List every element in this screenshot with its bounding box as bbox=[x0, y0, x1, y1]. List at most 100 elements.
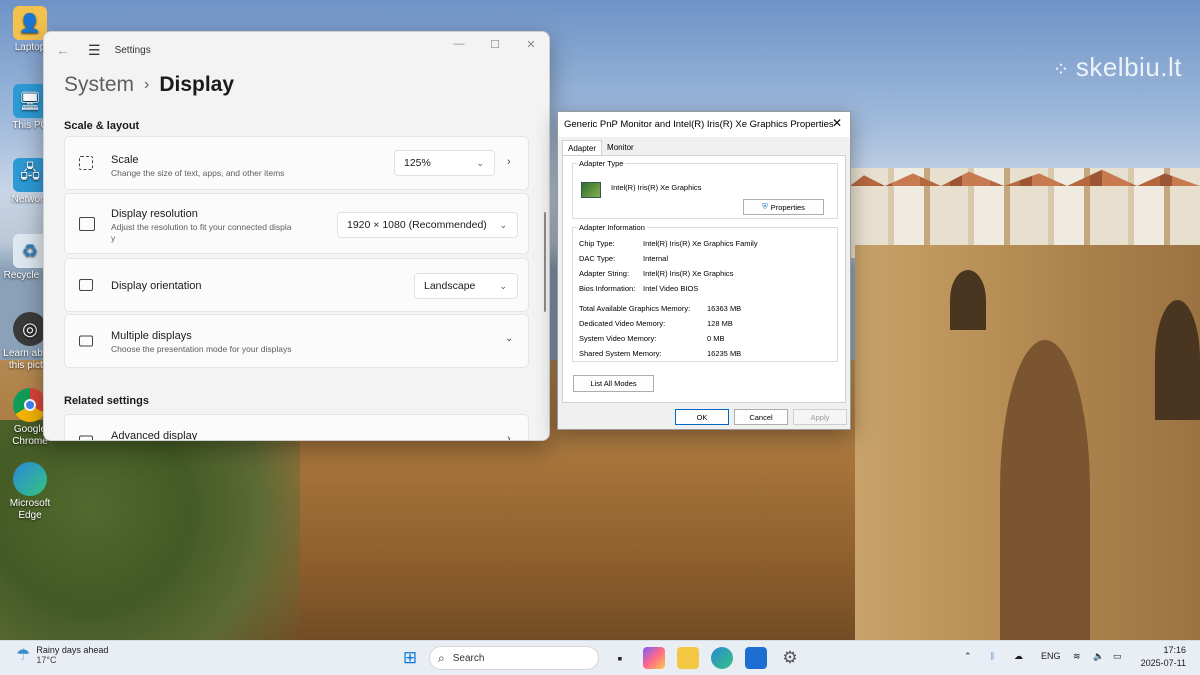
scale-card[interactable]: Scale Change the size of text, apps, and… bbox=[64, 136, 529, 190]
rain-cloud-icon: ☂ bbox=[16, 647, 31, 664]
adapter-properties-dialog: Generic PnP Monitor and Intel(R) Iris(R)… bbox=[557, 111, 851, 430]
multiple-displays-card[interactable]: Multiple displays Choose the presentatio… bbox=[64, 314, 529, 368]
desktop-icon-edge[interactable]: Microsoft Edge bbox=[2, 462, 58, 522]
microsoft-store-icon[interactable] bbox=[745, 647, 767, 669]
language-indicator[interactable]: ENG bbox=[1041, 651, 1061, 661]
camera-info-icon: ◎ bbox=[13, 312, 47, 346]
multiple-displays-title: Multiple displays bbox=[111, 330, 192, 342]
file-explorer-icon[interactable] bbox=[677, 647, 699, 669]
scale-description: Change the size of text, apps, and other… bbox=[111, 168, 285, 178]
back-arrow-icon[interactable]: ← bbox=[56, 42, 72, 58]
close-icon[interactable]: ✕ bbox=[832, 116, 842, 130]
ok-button[interactable]: OK bbox=[675, 409, 729, 425]
task-view-icon[interactable]: ▪ bbox=[609, 647, 631, 669]
hamburger-menu-icon[interactable]: ☰ bbox=[88, 42, 101, 59]
section-title-scale-layout: Scale & layout bbox=[64, 120, 140, 132]
scale-icon bbox=[79, 156, 93, 170]
orientation-dropdown[interactable]: Landscape ⌄ bbox=[414, 273, 518, 299]
settings-window: ← ☰ Settings — ☐ ✕ System › Display Scal… bbox=[43, 31, 550, 441]
memory-value-system: 0 MB bbox=[707, 334, 725, 343]
info-value-dac-type: Internal bbox=[643, 254, 669, 263]
dialog-titlebar: Generic PnP Monitor and Intel(R) Iris(R)… bbox=[558, 112, 850, 137]
copilot-icon[interactable] bbox=[643, 647, 665, 669]
properties-button[interactable]: ⛨ Properties bbox=[743, 199, 824, 215]
info-label-adapter-string: Adapter String: bbox=[579, 269, 630, 278]
maximize-icon[interactable]: ☐ bbox=[477, 32, 513, 56]
orientation-value: Landscape bbox=[424, 280, 476, 292]
memory-label-system: System Video Memory: bbox=[579, 334, 657, 343]
adapter-type-group: Adapter Type Intel(R) Iris(R) Xe Graphic… bbox=[572, 159, 838, 219]
minimize-icon[interactable]: — bbox=[441, 32, 477, 56]
clock-date: 2025-07-11 bbox=[1140, 658, 1186, 668]
scale-value: 125% bbox=[404, 157, 431, 169]
monitor-icon: 🖥 bbox=[13, 84, 47, 118]
clock[interactable]: 17:16 2025-07-11 bbox=[1141, 644, 1186, 670]
folder-user-icon: 👤 bbox=[13, 6, 47, 40]
multiple-displays-icon bbox=[79, 335, 93, 347]
breadcrumb-system[interactable]: System bbox=[64, 73, 134, 97]
recycle-bin-icon: ♻ bbox=[13, 234, 47, 268]
orientation-icon bbox=[79, 279, 93, 291]
info-label-dac-type: DAC Type: bbox=[579, 254, 616, 263]
adapter-tab-page: Adapter Type Intel(R) Iris(R) Xe Graphic… bbox=[562, 155, 846, 403]
advanced-display-icon bbox=[79, 435, 93, 440]
wallpaper-bridge-arch bbox=[1000, 340, 1090, 640]
info-value-bios: Intel Video BIOS bbox=[643, 284, 699, 293]
edge-taskbar-icon[interactable] bbox=[711, 647, 733, 669]
list-all-modes-button[interactable]: List All Modes bbox=[573, 375, 654, 392]
scale-dropdown[interactable]: 125% ⌄ bbox=[394, 150, 495, 176]
tab-monitor[interactable]: Monitor bbox=[602, 140, 639, 156]
cancel-button[interactable]: Cancel bbox=[734, 409, 788, 425]
adapter-name: Intel(R) Iris(R) Xe Graphics bbox=[611, 183, 702, 192]
wallpaper-side-arch bbox=[1155, 300, 1200, 420]
bluetooth-icon[interactable]: ᛒ bbox=[990, 651, 995, 661]
shield-icon: ⛨ bbox=[762, 202, 768, 211]
window-controls: — ☐ ✕ bbox=[441, 32, 549, 56]
network-icon: 🖧 bbox=[13, 158, 47, 192]
memory-value-shared: 16235 MB bbox=[707, 349, 742, 358]
clock-time: 17:16 bbox=[1163, 645, 1186, 655]
taskbar-search[interactable]: ⌕ Search bbox=[429, 646, 599, 670]
chrome-icon bbox=[13, 388, 47, 422]
breadcrumb-separator: › bbox=[144, 76, 150, 93]
info-label-chip-type: Chip Type: bbox=[579, 239, 615, 248]
search-placeholder: Search bbox=[452, 652, 485, 664]
dialog-tabs: Adapter Monitor bbox=[558, 140, 850, 156]
weather-widget[interactable]: ☂ Rainy days ahead 17°C bbox=[16, 645, 108, 665]
chevron-right-icon[interactable]: › bbox=[507, 433, 511, 440]
watermark: ⁘ skelbiu.lt bbox=[1052, 52, 1182, 82]
chevron-down-icon: ⌄ bbox=[499, 280, 507, 291]
info-value-adapter-string: Intel(R) Iris(R) Xe Graphics bbox=[643, 269, 734, 278]
advanced-display-card[interactable]: Advanced display › bbox=[64, 414, 529, 440]
volume-icon[interactable]: 🔈 bbox=[1093, 651, 1104, 662]
settings-titlebar: ← ☰ Settings — ☐ ✕ bbox=[44, 32, 549, 68]
adapter-type-legend: Adapter Type bbox=[579, 159, 624, 168]
apply-button[interactable]: Apply bbox=[793, 409, 847, 425]
wallpaper-window-arch bbox=[950, 270, 986, 330]
chevron-down-icon: ⌄ bbox=[499, 219, 507, 230]
resolution-icon bbox=[79, 216, 95, 231]
info-label-bios: Bios Information: bbox=[579, 284, 636, 293]
resolution-dropdown[interactable]: 1920 × 1080 (Recommended) ⌄ bbox=[337, 212, 518, 238]
properties-button-label: Properties bbox=[770, 202, 805, 212]
memory-value-total: 16363 MB bbox=[707, 304, 742, 313]
display-resolution-card: Display resolution Adjust the resolution… bbox=[64, 193, 529, 254]
onedrive-cloud-icon[interactable]: ☁ bbox=[1014, 651, 1023, 662]
chevron-right-icon[interactable]: › bbox=[507, 156, 511, 168]
chevron-down-icon[interactable]: ⌄ bbox=[505, 333, 513, 344]
close-icon[interactable]: ✕ bbox=[513, 32, 549, 56]
breadcrumb: System › Display bbox=[64, 70, 549, 100]
settings-gear-icon[interactable]: ⚙ bbox=[779, 647, 801, 669]
tab-adapter[interactable]: Adapter bbox=[562, 140, 603, 156]
weather-temperature: 17°C bbox=[36, 655, 57, 665]
scrollbar[interactable] bbox=[544, 212, 546, 312]
battery-icon[interactable]: ▭ bbox=[1113, 651, 1122, 662]
wifi-icon[interactable]: ≋ bbox=[1073, 651, 1081, 662]
memory-label-dedicated: Dedicated Video Memory: bbox=[579, 319, 666, 328]
memory-value-dedicated: 128 MB bbox=[707, 319, 733, 328]
resolution-description-wrap: y bbox=[111, 233, 116, 243]
show-hidden-icons-chevron-icon[interactable]: ⌃ bbox=[964, 651, 972, 662]
wallpaper-vegetation bbox=[0, 420, 300, 640]
start-button-windows-icon[interactable]: ⊞ bbox=[399, 647, 421, 669]
section-title-related-settings: Related settings bbox=[64, 395, 149, 407]
